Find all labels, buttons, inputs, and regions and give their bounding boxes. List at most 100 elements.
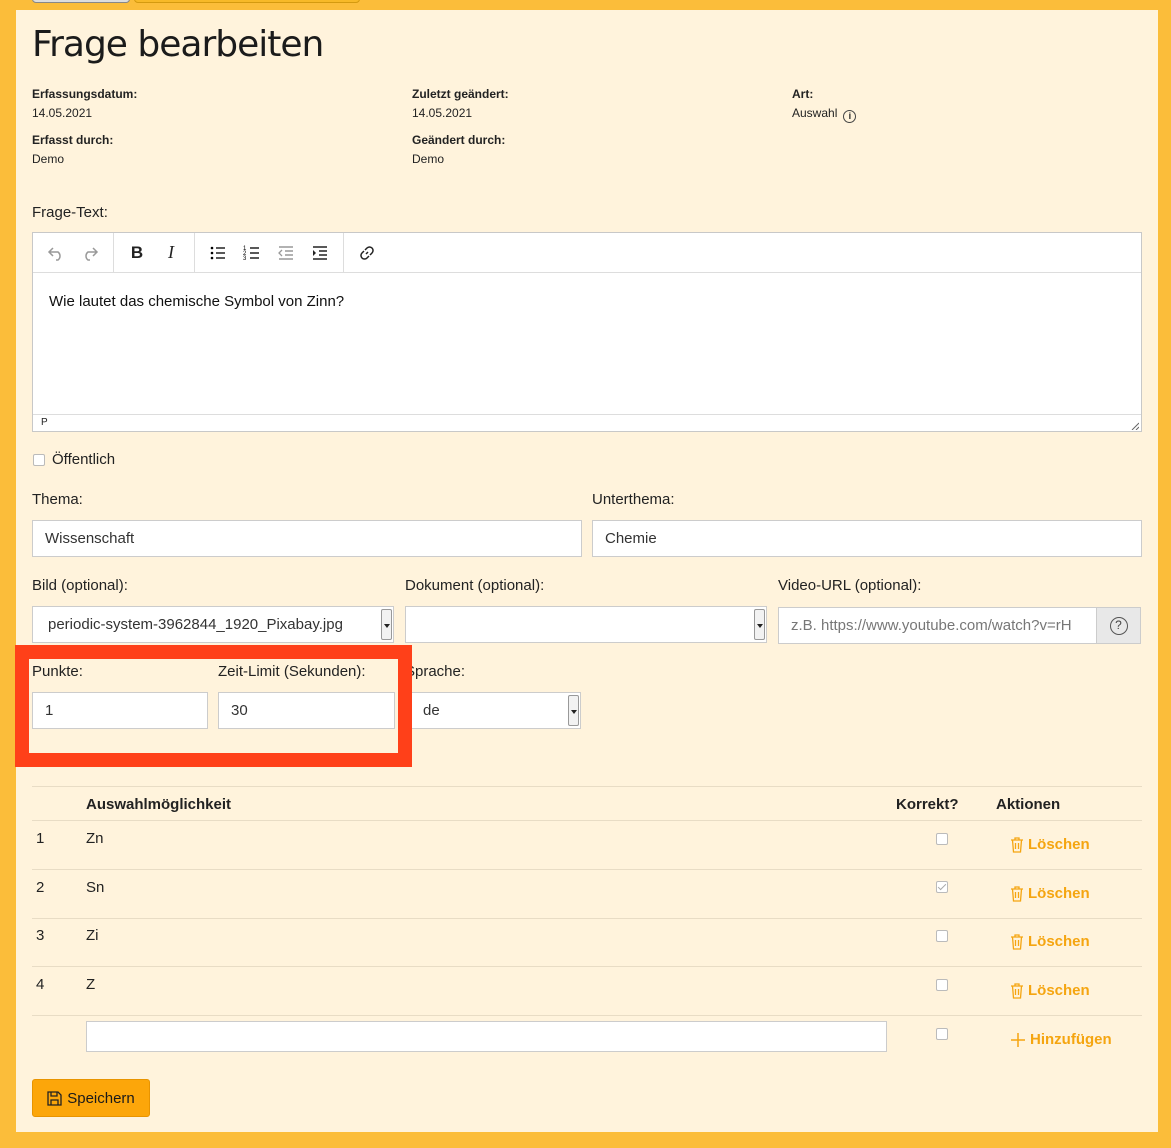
chevron-down-icon [381, 609, 392, 640]
option-text: Zi [86, 927, 99, 944]
video-url-input[interactable]: z.B. https://www.youtube.com/watch?v=rH [778, 607, 1097, 644]
chevron-down-icon [568, 695, 579, 726]
video-url-label: Video-URL (optional): [778, 577, 922, 594]
row-number: 1 [36, 830, 45, 847]
col-header-option: Auswahlmöglichkeit [86, 796, 232, 813]
editor-path: P [41, 417, 48, 428]
row-number: 4 [36, 976, 45, 993]
created-by-value: Demo [32, 152, 65, 166]
language-select[interactable]: de [405, 692, 581, 729]
type-label: Art: [792, 87, 814, 101]
option-text: Sn [86, 879, 105, 896]
trash-icon [1011, 983, 1023, 999]
created-by-label: Erfasst durch: [32, 133, 114, 147]
delete-button[interactable]: Löschen [1010, 933, 1090, 950]
trash-icon [1011, 886, 1023, 902]
public-checkbox[interactable] [33, 454, 45, 466]
new-option-input[interactable] [86, 1021, 887, 1052]
correct-checkbox[interactable] [936, 979, 948, 991]
subtopic-label: Unterthema: [592, 491, 675, 508]
row-number: 3 [36, 927, 45, 944]
public-label: Öffentlich [52, 451, 116, 468]
bullet-list-icon[interactable] [201, 238, 235, 268]
trash-icon [1011, 837, 1023, 853]
table-header-border [32, 820, 1142, 821]
editor-toolbar: B I 123 [33, 232, 1141, 273]
delete-label: Löschen [1028, 933, 1090, 950]
changed-date-value: 14.05.2021 [412, 106, 473, 120]
row-divider [32, 869, 1142, 870]
subtopic-input[interactable]: Chemie [592, 520, 1142, 557]
highlight-box [15, 645, 412, 767]
type-value: Auswahl [792, 106, 838, 120]
link-icon[interactable] [350, 238, 384, 268]
correct-checkbox[interactable] [936, 930, 948, 942]
changed-by-label: Geändert durch: [412, 133, 506, 147]
video-help-button[interactable]: ? [1096, 607, 1141, 644]
toolbar-group-link [344, 233, 390, 273]
delete-label: Löschen [1028, 885, 1090, 902]
toolbar-group-history [33, 232, 114, 273]
language-select-value: de [423, 702, 440, 719]
option-text: Z [86, 976, 96, 993]
language-label: Sprache: [405, 663, 466, 680]
info-icon[interactable]: i [843, 110, 857, 123]
page-title: Frage bearbeiten [32, 24, 324, 65]
toolbar-group-lists: 123 [195, 232, 344, 273]
numbered-list-icon[interactable]: 123 [235, 238, 269, 268]
bold-icon[interactable]: B [120, 238, 154, 268]
redo-icon[interactable] [73, 238, 107, 268]
rich-text-editor: B I 123 Wie lautet das chemische Symbol … [32, 232, 1142, 432]
col-header-correct: Korrekt? [896, 796, 959, 813]
option-text: Zn [86, 830, 104, 847]
image-select[interactable]: periodic-system-3962844_1920_Pixabay.jpg [32, 606, 394, 643]
type-value-wrap: Auswahl i [792, 106, 857, 123]
topic-input[interactable]: Wissenschaft [32, 520, 582, 557]
col-header-actions: Aktionen [996, 796, 1061, 813]
floppy-disk-icon [47, 1090, 62, 1106]
undo-icon[interactable] [39, 238, 73, 268]
changed-by-value: Demo [412, 152, 445, 166]
svg-text:3: 3 [243, 256, 247, 262]
row-divider [32, 918, 1142, 919]
save-button[interactable]: Speichern [32, 1079, 150, 1117]
toolbar-group-format: B I [114, 232, 195, 273]
content-panel [16, 10, 1158, 1132]
delete-button[interactable]: Löschen [1010, 982, 1090, 999]
correct-checkbox[interactable] [936, 833, 948, 845]
add-option-label: Hinzufügen [1030, 1031, 1112, 1048]
chevron-down-icon [754, 609, 765, 640]
delete-label: Löschen [1028, 982, 1090, 999]
created-date-label: Erfassungsdatum: [32, 87, 138, 101]
table-top-border [32, 786, 1142, 787]
question-icon: ? [1109, 616, 1128, 635]
image-select-value: periodic-system-3962844_1920_Pixabay.jpg [48, 616, 343, 633]
delete-label: Löschen [1028, 836, 1090, 853]
editor-statusbar: P [33, 414, 1141, 431]
document-label: Dokument (optional): [405, 577, 545, 594]
add-option-button[interactable]: Hinzufügen [1010, 1031, 1112, 1048]
new-option-correct-checkbox[interactable] [936, 1028, 948, 1040]
italic-icon[interactable]: I [154, 238, 188, 268]
topic-label: Thema: [32, 491, 83, 508]
plus-icon [1011, 1032, 1025, 1047]
save-label: Speichern [67, 1089, 135, 1107]
document-select[interactable] [405, 606, 767, 643]
question-text-label: Frage-Text: [32, 204, 108, 221]
delete-button[interactable]: Löschen [1010, 885, 1090, 902]
trash-icon [1011, 934, 1023, 950]
created-date-value: 14.05.2021 [32, 106, 93, 120]
changed-date-label: Zuletzt geändert: [412, 87, 509, 101]
indent-icon[interactable] [303, 238, 337, 268]
outdent-icon[interactable] [269, 238, 303, 268]
row-number: 2 [36, 879, 45, 896]
top-button-left[interactable] [32, 0, 130, 3]
correct-checkbox[interactable] [936, 881, 948, 893]
row-divider [32, 966, 1142, 967]
image-label: Bild (optional): [32, 577, 128, 594]
editor-content[interactable]: Wie lautet das chemische Symbol von Zinn… [33, 273, 1141, 414]
delete-button[interactable]: Löschen [1010, 836, 1090, 853]
top-button-right[interactable] [134, 0, 360, 3]
resize-handle-icon[interactable] [1131, 422, 1139, 430]
row-divider [32, 1015, 1142, 1016]
